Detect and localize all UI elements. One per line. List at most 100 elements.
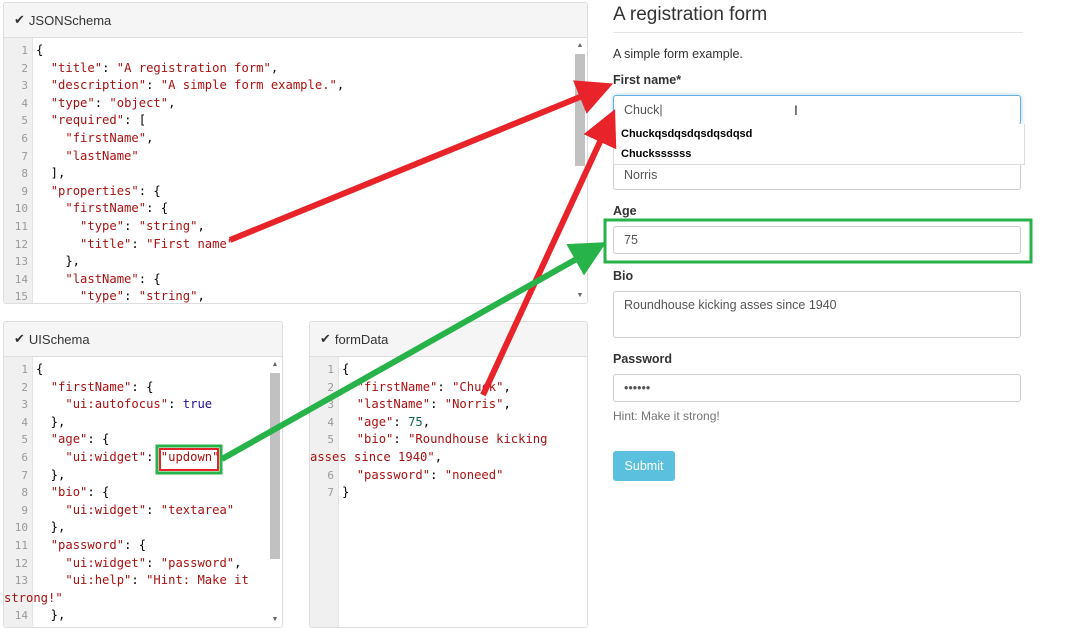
first-name-value: Chuck| [624, 103, 663, 117]
line-number: 9 [21, 184, 28, 198]
code-lines[interactable]: 1{2 "firstName": {3 "ui:autofocus": true… [4, 361, 268, 625]
code-text: "password": { [50, 537, 147, 552]
line-number: 14 [14, 272, 28, 286]
code-text: strong!" [4, 590, 63, 605]
code-line[interactable]: 1{ [4, 42, 573, 60]
uischema-editor[interactable]: 1{2 "firstName": {3 "ui:autofocus": true… [4, 357, 282, 627]
vertical-scrollbar[interactable]: ▲ ▼ [270, 361, 280, 623]
code-line[interactable]: 12 "title": "First name" [4, 236, 573, 254]
submit-button[interactable]: Submit [613, 451, 675, 481]
code-line[interactable]: 2 "title": "A registration form", [4, 60, 573, 78]
code-line[interactable]: 5 "bio": "Roundhouse kicking [310, 431, 573, 449]
code-line[interactable]: 8 "bio": { [4, 484, 268, 502]
line-number: 12 [14, 556, 28, 570]
jsonschema-title: JSONSchema [28, 12, 112, 28]
line-number: 11 [14, 219, 28, 233]
code-lines[interactable]: 1{2 "title": "A registration form", 3 "de… [4, 42, 573, 303]
code-line[interactable]: 3 "lastName": "Norris", [310, 396, 573, 414]
scrollbar-thumb[interactable] [575, 54, 585, 166]
code-text: { [342, 362, 350, 376]
code-line[interactable]: 14 "lastName": { [4, 271, 573, 289]
line-number: 8 [21, 167, 28, 181]
registration-form: A registration form A simple form exampl… [613, 0, 1023, 626]
code-line[interactable]: strong!" [4, 590, 268, 608]
autocomplete-option[interactable]: Chuckqsdqsdqsdqsdqsd [614, 124, 1024, 144]
code-line[interactable]: 2 "firstName": "Chuck", [310, 379, 573, 397]
line-number: 15 [14, 290, 28, 303]
code-line[interactable]: 1{ [310, 361, 573, 379]
code-line[interactable]: 11 "type": "string", [4, 218, 573, 236]
code-line[interactable]: 6 "firstName", [4, 130, 573, 148]
code-line[interactable]: 9 "properties": { [4, 183, 573, 201]
line-number: 1 [21, 44, 28, 57]
code-line[interactable]: 7 }, [4, 467, 268, 485]
password-value: •••••• [624, 381, 651, 395]
uischema-title: UISchema [28, 331, 90, 347]
form-title: A registration form [613, 0, 1023, 33]
line-number: 7 [21, 468, 28, 482]
code-line[interactable]: 1{ [4, 361, 268, 379]
code-line[interactable]: 3 "description": "A simple form example.… [4, 77, 573, 95]
code-line[interactable]: 4 "age": 75, [310, 414, 573, 432]
code-text: { [36, 43, 44, 57]
code-line[interactable]: 6 "password": "noneed" [310, 467, 573, 485]
scroll-up-icon[interactable]: ▲ [575, 42, 585, 49]
scroll-down-icon[interactable]: ▼ [270, 616, 280, 623]
uischema-panel: ✔ UISchema 1{2 "firstName": {3 "ui:autof… [3, 321, 283, 628]
autocomplete-option[interactable]: Chuckssssss [614, 144, 1024, 164]
code-text: "ui:widget": "updown" [65, 449, 220, 464]
code-text: "ui:help": "Hint: Make it [65, 573, 249, 588]
code-text: "bio": { [50, 485, 110, 500]
code-line[interactable]: 2 "firstName": { [4, 379, 268, 397]
uischema-panel-header: ✔ UISchema [4, 322, 282, 357]
formdata-panel-header: ✔ formData [310, 322, 587, 357]
code-line[interactable]: 10 "firstName": { [4, 200, 573, 218]
code-text: }, [36, 254, 81, 269]
checkmark-icon: ✔ [320, 331, 331, 346]
code-line[interactable]: 15 "type": "string", [4, 288, 573, 303]
code-text: "ui:widget": "textarea" [65, 502, 235, 517]
first-name-label: First name* [613, 73, 682, 87]
scroll-down-icon[interactable]: ▼ [575, 292, 585, 299]
line-number: 5 [327, 433, 334, 447]
password-help: Hint: Make it strong! [613, 409, 720, 423]
scroll-up-icon[interactable]: ▲ [270, 361, 280, 368]
first-name-input[interactable]: Chuck| I [613, 95, 1021, 125]
code-text: asses since 1940", [310, 449, 443, 464]
code-line[interactable]: 5 "age": { [4, 431, 268, 449]
vertical-scrollbar[interactable]: ▲ ▼ [575, 42, 585, 299]
code-line[interactable]: 7} [310, 484, 573, 502]
jsonschema-editor[interactable]: 1{2 "title": "A registration form", 3 "de… [4, 38, 587, 303]
code-line[interactable]: 12 "ui:widget": "password", [4, 555, 268, 573]
password-input[interactable]: •••••• [613, 374, 1021, 402]
line-number: 2 [21, 380, 28, 394]
code-line[interactable]: 3 "ui:autofocus": true [4, 396, 268, 414]
line-number: 2 [21, 61, 28, 75]
code-line[interactable]: 11 "password": { [4, 537, 268, 555]
code-line[interactable]: 9 "ui:widget": "textarea" [4, 502, 268, 520]
bio-value: Roundhouse kicking asses since 1940 [624, 298, 837, 312]
code-line[interactable]: 4 "type": "object", [4, 95, 573, 113]
code-line[interactable]: 4 }, [4, 414, 268, 432]
formdata-editor[interactable]: 1{2 "firstName": "Chuck", 3 "lastName": "… [310, 357, 587, 627]
code-line[interactable]: 7 "lastName" [4, 148, 573, 166]
code-line[interactable]: 6 "ui:widget": "updown" [4, 449, 268, 467]
code-line[interactable]: 8 ], [4, 165, 573, 183]
line-number: 6 [21, 131, 28, 145]
line-number: 6 [21, 450, 28, 464]
code-line[interactable]: 13 }, [4, 253, 573, 271]
code-lines[interactable]: 1{2 "firstName": "Chuck", 3 "lastName": "… [310, 361, 573, 502]
code-line[interactable]: 10 }, [4, 519, 268, 537]
code-line[interactable]: 5 "required": [ [4, 112, 573, 130]
code-text: "properties": { [50, 183, 161, 198]
bio-label: Bio [613, 269, 634, 283]
code-text: "age": { [50, 432, 110, 447]
bio-textarea[interactable]: Roundhouse kicking asses since 1940 [613, 291, 1021, 338]
code-text: ], [36, 166, 66, 181]
age-input[interactable]: 75 [613, 226, 1021, 254]
code-line[interactable]: 13 "ui:help": "Hint: Make it [4, 572, 268, 590]
code-line[interactable]: 14 }, [4, 607, 268, 625]
code-line[interactable]: asses since 1940", [310, 449, 573, 467]
code-text: "bio": "Roundhouse kicking [356, 432, 548, 447]
scrollbar-thumb[interactable] [270, 373, 280, 559]
